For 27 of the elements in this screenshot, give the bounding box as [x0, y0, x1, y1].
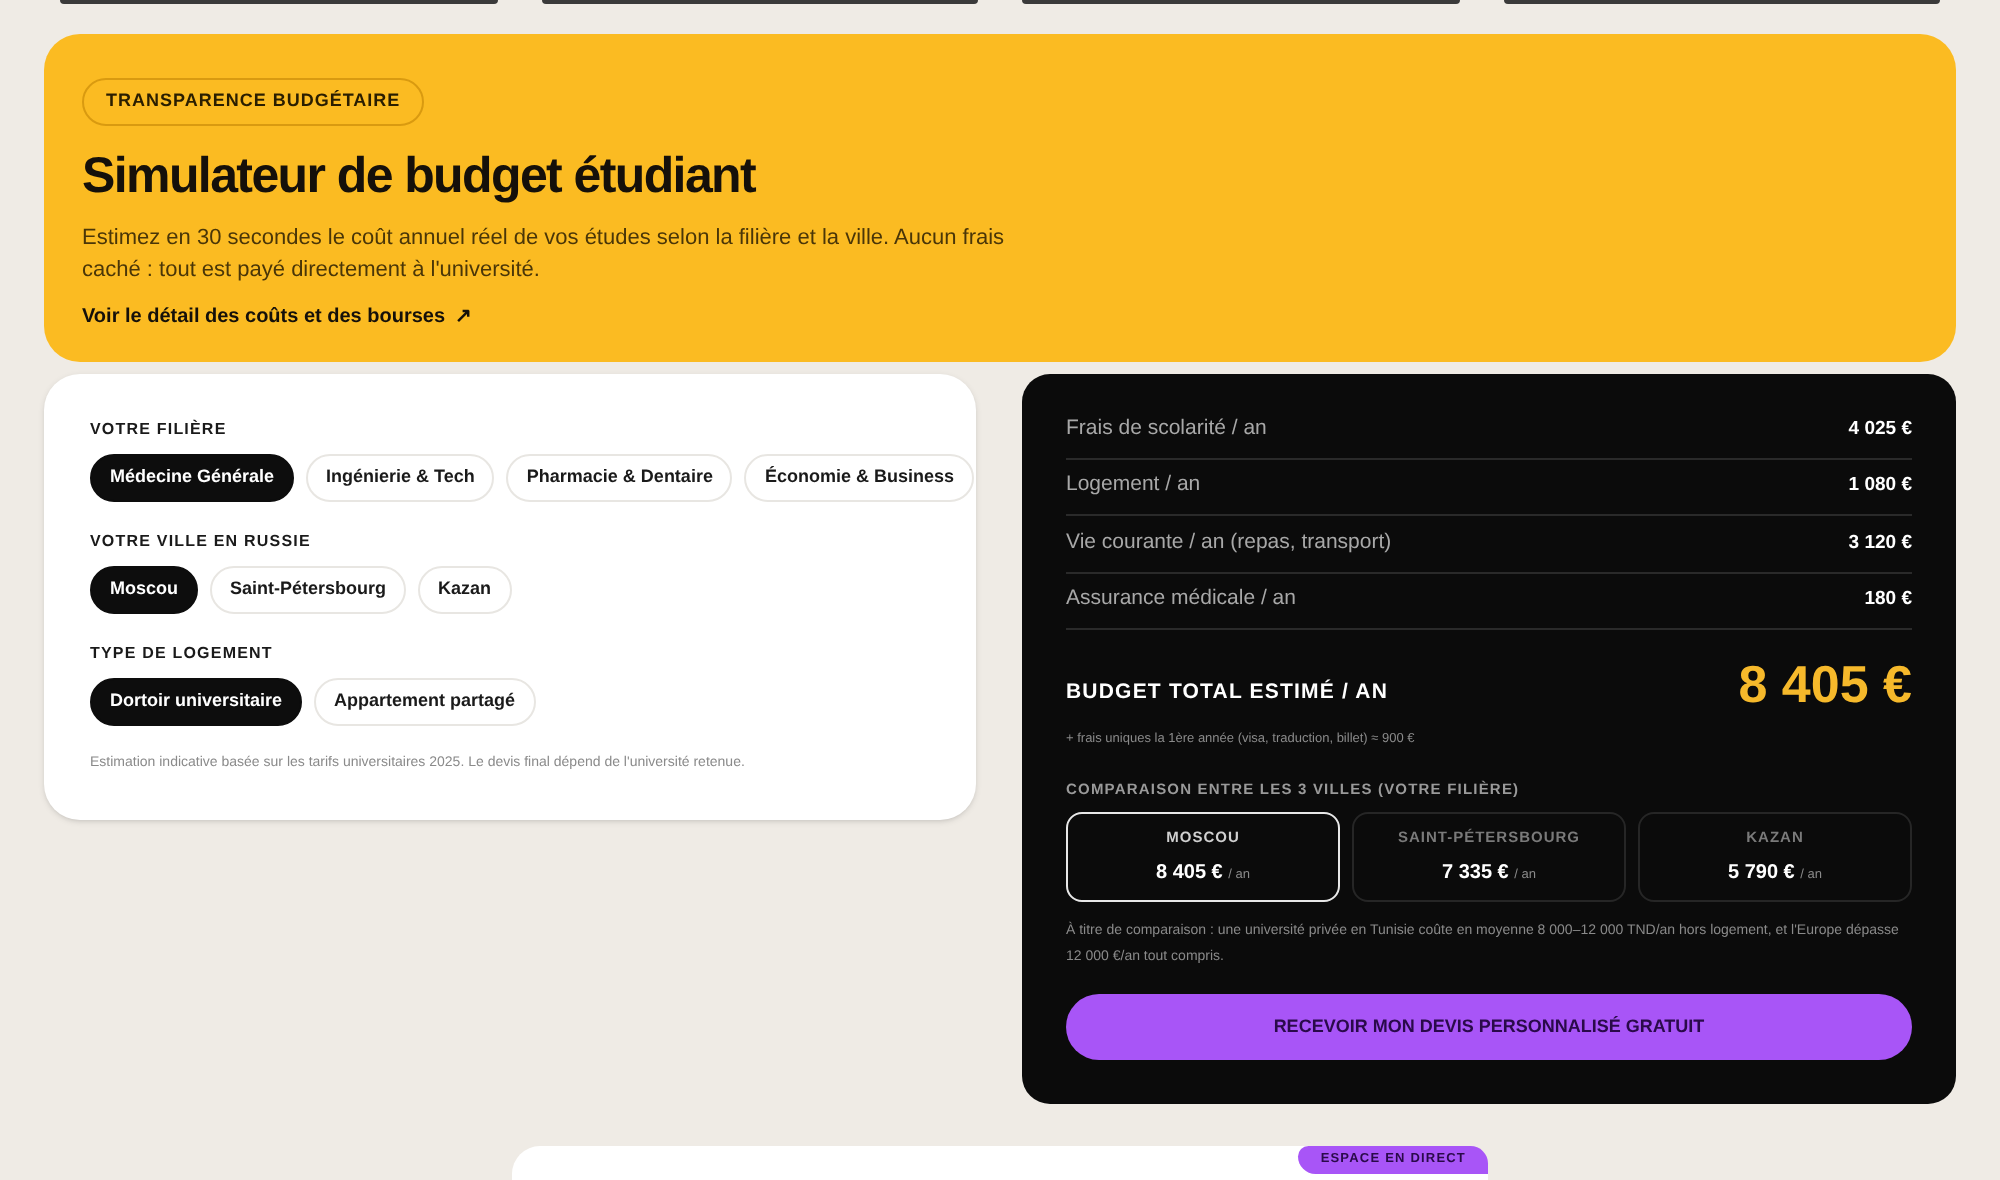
- option-chip[interactable]: Dortoir universitaire: [90, 678, 303, 726]
- section-badge: TRANSPARENCE BUDGÉTAIRE: [82, 78, 425, 125]
- details-link[interactable]: Voir le détail des coûts et des bourses ↗: [82, 301, 472, 331]
- cost-label: Assurance médicale / an: [1066, 584, 1296, 615]
- page-title: Simulateur de budget étudiant: [82, 145, 758, 205]
- description: Estimez en 30 secondes le coût annuel réel de vos études selon la filière et la ville. Aucun frais caché : tout est payé directement à l'université.: [82, 223, 1007, 285]
- group-label: VOTRE FILIÈRE: [90, 418, 229, 442]
- option-chip[interactable]: Appartement partagé: [314, 678, 536, 726]
- total-value: 8 405 €: [1738, 654, 1912, 714]
- option-chip[interactable]: Saint-Pétersbourg: [210, 566, 407, 614]
- option-chip[interactable]: Moscou: [90, 566, 199, 614]
- option-chip[interactable]: Pharmacie & Dentaire: [506, 454, 733, 502]
- cost-label: Logement / an: [1066, 470, 1201, 501]
- quote-button[interactable]: RECEVOIR MON DEVIS PERSONNALISÉ GRATUIT: [1066, 994, 1912, 1060]
- cost-label: Frais de scolarité / an: [1066, 413, 1267, 444]
- group-label: TYPE DE LOGEMENT: [90, 642, 275, 666]
- cost-value: 3 120 €: [1848, 529, 1912, 558]
- group-label: VOTRE VILLE EN RUSSIE: [90, 530, 313, 554]
- total-label: BUDGET TOTAL ESTIMÉ / AN: [1066, 678, 1389, 709]
- cost-label: Vie courante / an (repas, transport): [1066, 527, 1392, 558]
- cost-value: 180 €: [1864, 586, 1912, 615]
- option-chip[interactable]: Médecine Générale: [90, 454, 295, 502]
- option-chip[interactable]: Ingénierie & Tech: [306, 454, 495, 502]
- cost-value: 4 025 €: [1848, 415, 1912, 444]
- option-chip[interactable]: Kazan: [418, 566, 512, 614]
- option-chip[interactable]: Économie & Business: [744, 454, 974, 502]
- cost-value: 1 080 €: [1848, 472, 1912, 501]
